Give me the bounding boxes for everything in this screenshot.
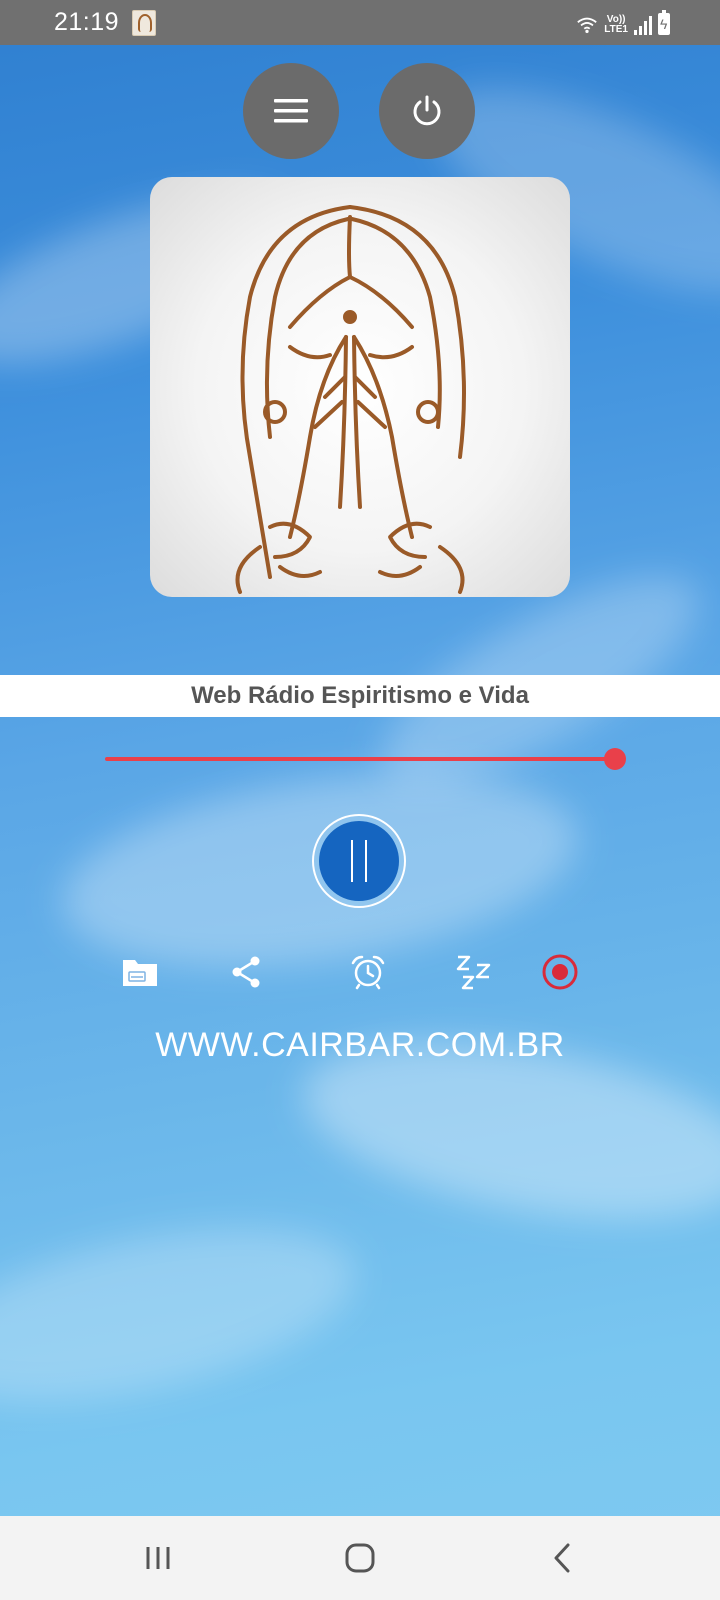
alarm-icon [351, 955, 385, 990]
record-button[interactable] [538, 950, 582, 994]
lte-label: LTE1 [604, 24, 628, 35]
sleep-timer-button[interactable] [452, 950, 496, 994]
signal-icon [634, 15, 652, 35]
status-bar: 21:19 Vo)) LTE1 [0, 0, 720, 45]
power-icon [413, 95, 441, 126]
status-icons: Vo)) LTE1 [576, 9, 670, 35]
status-time: 21:19 [54, 8, 120, 36]
praying-figure-logo [235, 205, 466, 594]
navigation-bar [0, 1516, 720, 1600]
share-icon [232, 956, 260, 988]
app-screen: 21:19 Vo)) LTE1 ϟ Web Rádio Espiritismo … [0, 0, 720, 1600]
play-pause-button[interactable] [312, 814, 406, 908]
station-artwork [150, 177, 570, 597]
app-notification-icon [132, 10, 156, 36]
volume-slider-thumb[interactable] [604, 748, 626, 770]
pause-icon [319, 821, 399, 901]
back-icon [554, 1543, 570, 1573]
volte-lte-icon: Vo)) LTE1 [604, 15, 628, 35]
wifi-icon [577, 17, 598, 34]
station-title-band: Web Rádio Espiritismo e Vida [0, 675, 720, 717]
alarm-button[interactable] [346, 950, 390, 994]
recent-apps-icon [146, 1547, 170, 1569]
folder-button[interactable] [118, 950, 162, 994]
battery-charging-icon [658, 10, 670, 35]
share-button[interactable] [224, 950, 268, 994]
power-button[interactable] [379, 63, 475, 159]
menu-icon [274, 99, 308, 123]
background-cloud [0, 1195, 371, 1435]
record-icon [542, 954, 578, 990]
volume-slider-track[interactable] [105, 757, 615, 761]
website-link[interactable]: WWW.CAIRBAR.COM.BR [0, 1026, 720, 1065]
folder-icon [123, 960, 157, 986]
recent-apps-button[interactable] [128, 1534, 188, 1582]
station-title: Web Rádio Espiritismo e Vida [191, 682, 529, 709]
sleep-icon [456, 955, 491, 990]
back-button[interactable] [532, 1534, 592, 1582]
home-icon [345, 1543, 375, 1573]
menu-button[interactable] [243, 63, 339, 159]
home-button[interactable] [330, 1534, 390, 1582]
